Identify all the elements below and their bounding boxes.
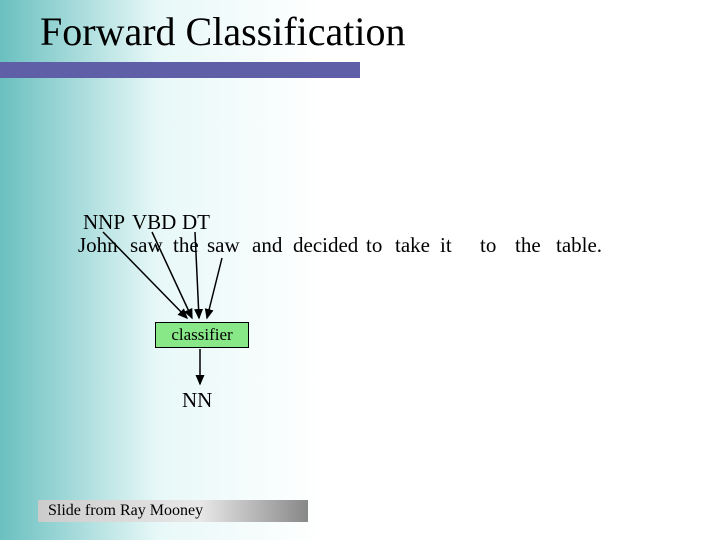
word-john: John [78,233,118,258]
word-and: and [252,233,282,258]
title-underline-bar [0,62,360,78]
word-saw-2: saw [207,233,240,258]
word-the-2: the [515,233,541,258]
word-the-1: the [173,233,199,258]
slide-footer: Slide from Ray Mooney [38,500,308,522]
pos-tag-1: NNP [83,210,125,235]
output-tag: NN [182,388,212,413]
arrows-svg [0,0,720,540]
word-take: take [395,233,430,258]
pos-tag-3: DT [182,210,210,235]
word-decided: decided [293,233,358,258]
word-saw-1: saw [130,233,163,258]
word-to-1: to [366,233,382,258]
word-to-2: to [480,233,496,258]
slide-title: Forward Classification [40,8,406,55]
word-table: table. [556,233,602,258]
classifier-box: classifier [155,322,249,348]
word-it: it [440,233,452,258]
pos-tag-2: VBD [132,210,176,235]
